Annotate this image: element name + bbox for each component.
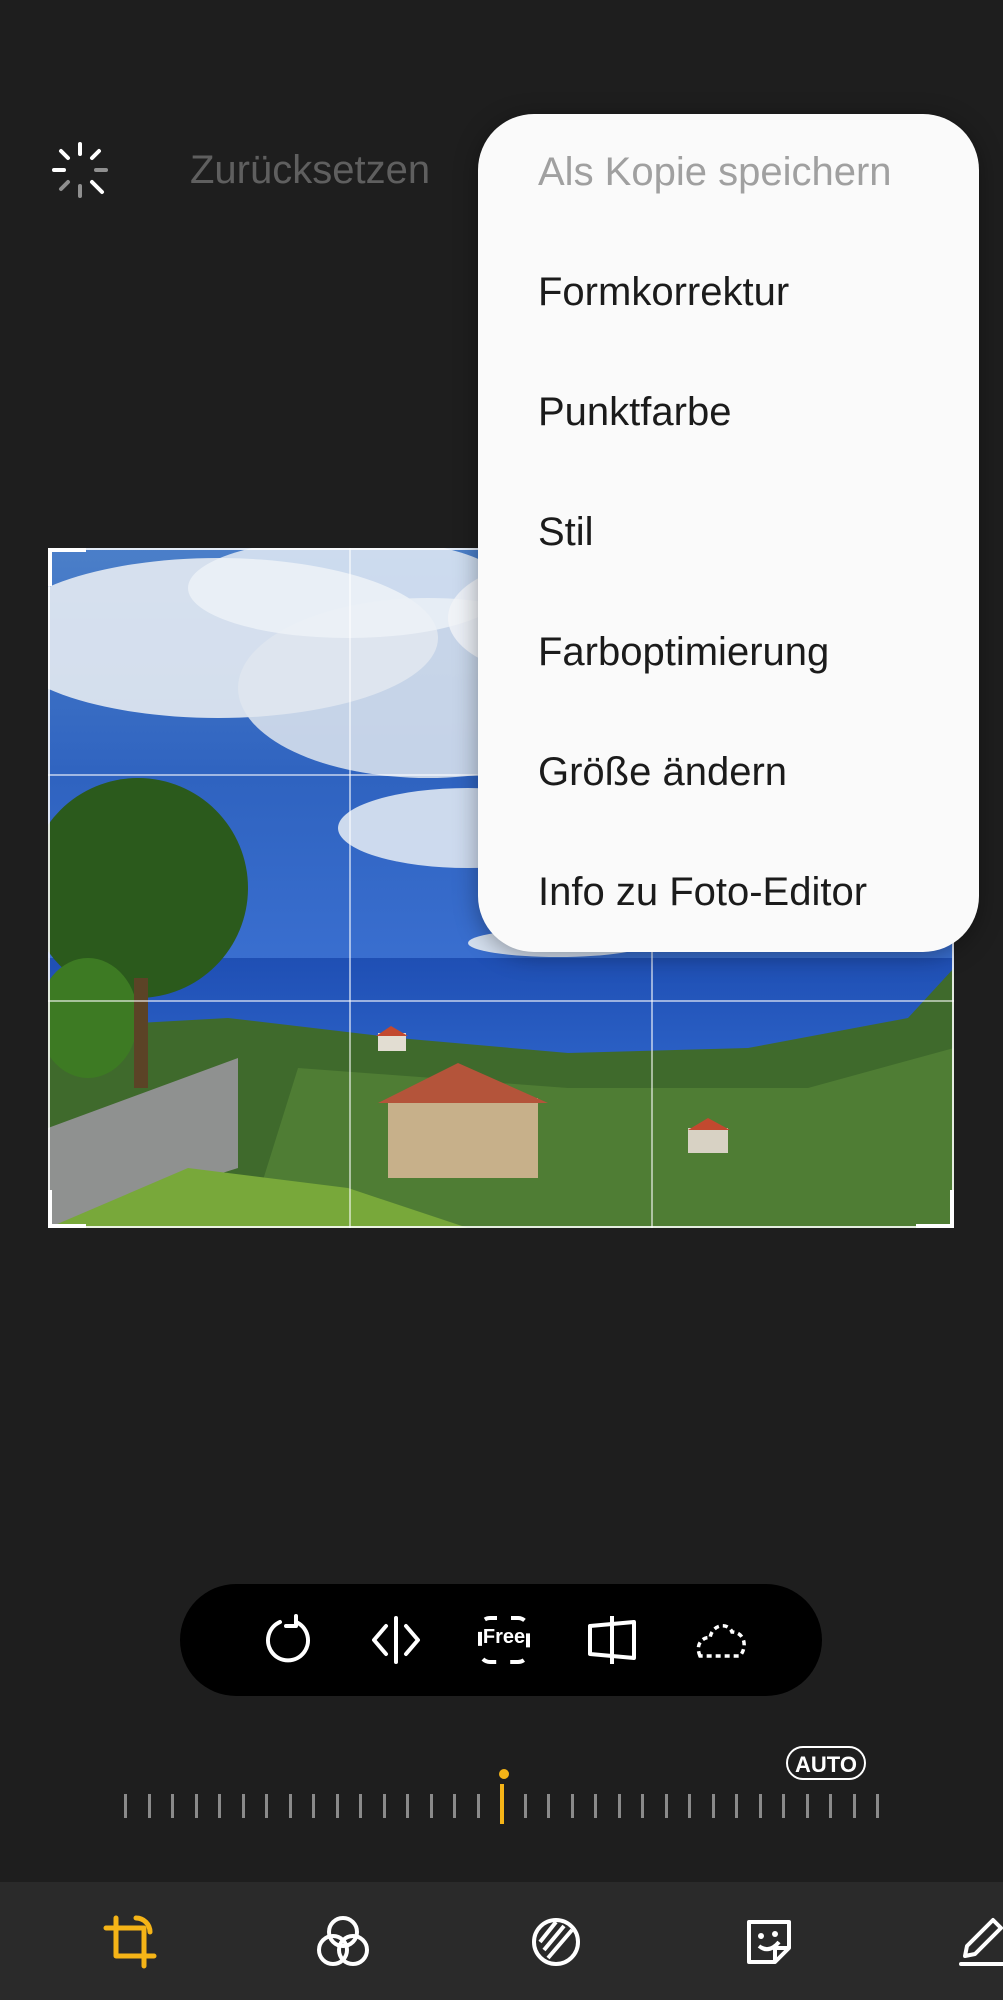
dial-center-tick xyxy=(500,1784,504,1824)
dial-tick xyxy=(852,1794,856,1818)
dial-tick xyxy=(453,1794,456,1818)
rotate-icon[interactable] xyxy=(260,1612,316,1668)
dial-tick xyxy=(241,1794,245,1818)
dial-tick xyxy=(758,1794,762,1818)
tone-icon[interactable] xyxy=(526,1912,586,1972)
perspective-icon[interactable] xyxy=(584,1612,640,1668)
menu-item-resize[interactable]: Größe ändern xyxy=(538,748,787,796)
dial-tick xyxy=(570,1794,574,1818)
dial-tick xyxy=(265,1794,268,1818)
sticker-icon[interactable] xyxy=(739,1912,799,1972)
dial-tick xyxy=(664,1794,668,1818)
dial-tick xyxy=(288,1794,292,1818)
straighten-dial[interactable] xyxy=(120,1766,890,1836)
crop-handle-top-left[interactable] xyxy=(48,548,86,586)
crop-handle-bottom-left[interactable] xyxy=(48,1190,86,1228)
dial-tick xyxy=(523,1794,527,1818)
bottom-toolbar xyxy=(0,1882,1003,2000)
dial-tick xyxy=(876,1794,879,1818)
dial-tick xyxy=(194,1794,198,1818)
menu-item-about-photo-editor[interactable]: Info zu Foto-Editor xyxy=(538,868,867,916)
dial-tick xyxy=(406,1794,409,1818)
filters-icon[interactable] xyxy=(313,1912,373,1972)
menu-item-style[interactable]: Stil xyxy=(538,508,594,556)
dial-tick xyxy=(147,1794,151,1818)
dial-tick xyxy=(335,1794,339,1818)
menu-item-spot-color[interactable]: Punktfarbe xyxy=(538,388,731,436)
crop-transform-icon[interactable] xyxy=(100,1912,160,1972)
dial-tick xyxy=(641,1794,644,1818)
lasso-icon[interactable] xyxy=(692,1612,748,1668)
dial-tick xyxy=(124,1794,127,1818)
menu-item-shape-correction[interactable]: Formkorrektur xyxy=(538,268,789,316)
free-ratio-label: Free xyxy=(482,1626,526,1648)
menu-item-save-as-copy: Als Kopie speichern xyxy=(538,150,892,194)
flip-icon[interactable] xyxy=(368,1612,424,1668)
dial-tick xyxy=(711,1794,715,1818)
dial-tick xyxy=(782,1794,785,1818)
magic-wand-icon[interactable] xyxy=(50,140,110,200)
dial-tick xyxy=(429,1794,433,1818)
dial-tick xyxy=(805,1794,809,1818)
dial-tick xyxy=(735,1794,738,1818)
dial-indicator-dot xyxy=(499,1769,509,1779)
dial-tick xyxy=(547,1794,550,1818)
crop-tools-bar: Free xyxy=(180,1584,822,1696)
dial-tick xyxy=(218,1794,221,1818)
draw-icon[interactable] xyxy=(955,1912,1003,1972)
dial-tick xyxy=(312,1794,315,1818)
menu-item-color-optimization[interactable]: Farboptimierung xyxy=(538,628,829,676)
dial-tick xyxy=(829,1794,832,1818)
crop-handle-bottom-right[interactable] xyxy=(916,1190,954,1228)
dial-tick xyxy=(359,1794,362,1818)
dial-tick xyxy=(594,1794,597,1818)
overflow-menu: Als Kopie speichern Formkorrektur Punktf… xyxy=(478,114,979,952)
dial-tick xyxy=(171,1794,174,1818)
free-ratio-icon[interactable]: Free xyxy=(476,1612,532,1668)
dial-tick xyxy=(382,1794,386,1818)
dial-tick xyxy=(688,1794,691,1818)
dial-tick xyxy=(617,1794,621,1818)
reset-button[interactable]: Zurücksetzen xyxy=(190,148,430,193)
dial-tick xyxy=(476,1794,480,1818)
